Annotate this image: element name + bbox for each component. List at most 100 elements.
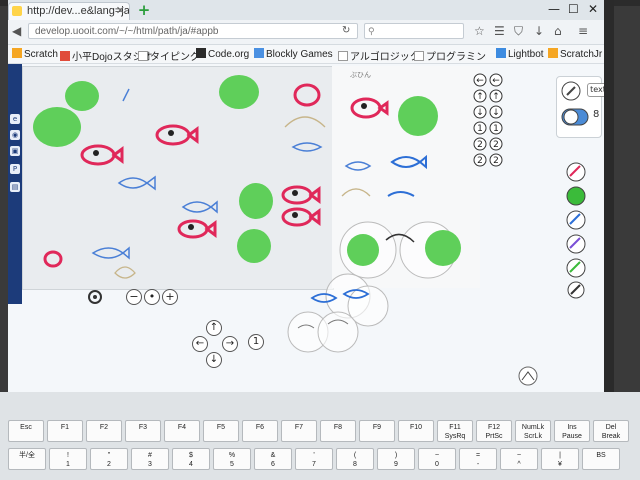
svg-text:2: 2 <box>477 140 483 150</box>
key-f12[interactable]: F12 PrtSc <box>476 420 512 442</box>
key-f10[interactable]: F10 <box>398 420 434 442</box>
tab-strip: http://dev...e&lang=ja ✕ + — ☐ ✕ <box>8 0 604 20</box>
bookmark-label: Scratch <box>24 49 58 60</box>
bookmark-label: ScratchJr <box>560 49 603 60</box>
direction-tile-palette: ← ← ↑ ↑ ↓ ↓ 1 1 2 2 2 2 <box>473 73 503 167</box>
gear-icon[interactable] <box>86 288 104 306</box>
sidebar-app-icon[interactable]: ▤ <box>10 182 20 192</box>
pen-size-toggle[interactable] <box>561 107 591 127</box>
key-row2[interactable]: $ 4 <box>172 448 210 470</box>
sidebar-app-icon[interactable]: ▣ <box>10 146 20 156</box>
key-f11[interactable]: F11 SysRq <box>437 420 473 442</box>
key-row2[interactable]: | ¥ <box>541 448 579 470</box>
new-tab-button[interactable]: + <box>136 2 152 18</box>
close-tab-icon[interactable]: ✕ <box>116 3 125 19</box>
bookmark-scratchjr[interactable]: ScratchJr <box>548 48 602 60</box>
url-bar[interactable]: develop.uooit.com/~/~/html/path/ja/#appb <box>28 23 358 39</box>
bookmark-codeorg[interactable]: Code.org <box>196 48 249 60</box>
svg-text:2: 2 <box>493 140 499 150</box>
key-del[interactable]: Del Break <box>593 420 629 442</box>
key-row2[interactable]: # 3 <box>131 448 169 470</box>
key-row2[interactable]: ( 8 <box>336 448 374 470</box>
maximize-icon[interactable]: ☐ <box>568 2 579 16</box>
shield-icon[interactable]: ⛉ <box>514 24 523 39</box>
key-f4[interactable]: F4 <box>164 420 200 442</box>
svg-text:2: 2 <box>477 156 483 166</box>
bookmark-typing[interactable]: タイピング <box>138 48 200 63</box>
tile-left-arrow-2: ← <box>489 73 503 87</box>
key-row2[interactable]: = - <box>459 448 497 470</box>
key-row2[interactable]: & 6 <box>254 448 292 470</box>
svg-text:2: 2 <box>493 156 499 166</box>
key-f6[interactable]: F6 <box>242 420 278 442</box>
bookmark-label: Blockly Games <box>266 49 333 60</box>
key-f9[interactable]: F9 <box>359 420 395 442</box>
bookmark-label: タイピング <box>150 52 200 63</box>
bookmark-icon <box>414 51 424 61</box>
svg-text:↓: ↓ <box>492 108 500 118</box>
svg-text:↑: ↑ <box>476 92 484 102</box>
os-sidebar: e ◉ ▣ P ▤ <box>8 64 22 304</box>
minimize-icon[interactable]: — <box>548 2 560 16</box>
sidebar-app-icon[interactable]: P <box>10 164 20 174</box>
bookmark-icon <box>338 51 348 61</box>
key-row2[interactable]: 半/全 <box>8 448 46 470</box>
text-tool-button[interactable]: text <box>587 83 604 97</box>
back-icon[interactable]: ◀ <box>12 24 21 38</box>
key-ins[interactable]: Ins Pause <box>554 420 590 442</box>
pencil-icon[interactable] <box>561 81 581 101</box>
move-up-button[interactable]: ↑ <box>206 320 222 336</box>
bookmark-icon <box>254 48 264 58</box>
bookmark-icon <box>138 51 148 61</box>
key-row2[interactable]: ! 1 <box>49 448 87 470</box>
svg-text:←: ← <box>476 76 484 86</box>
key-row2[interactable]: ' 7 <box>295 448 333 470</box>
key-row2[interactable]: BS <box>582 448 620 470</box>
key-row2[interactable]: ~ ^ <box>500 448 538 470</box>
bookmark-scratch[interactable]: Scratch <box>12 48 58 60</box>
browser-tab[interactable]: http://dev...e&lang=ja ✕ <box>8 2 130 20</box>
key-esc[interactable]: Esc <box>8 420 44 442</box>
key-f7[interactable]: F7 <box>281 420 317 442</box>
key-f5[interactable]: F5 <box>203 420 239 442</box>
svg-text:↑: ↑ <box>492 92 500 102</box>
key-f2[interactable]: F2 <box>86 420 122 442</box>
key-row2[interactable]: " 2 <box>90 448 128 470</box>
bookmark-programin[interactable]: プログラミン <box>414 48 486 63</box>
move-left-button[interactable]: ← <box>192 336 208 352</box>
reading-list-icon[interactable]: ☰ <box>494 24 505 38</box>
bookmark-algologic[interactable]: アルゴロジック <box>338 48 420 63</box>
move-down-button[interactable]: ↓ <box>206 352 222 368</box>
pen-size-value: 8 <box>593 109 600 120</box>
key-f3[interactable]: F3 <box>125 420 161 442</box>
bookmark-label: プログラミン <box>426 52 486 63</box>
reload-icon[interactable]: ↻ <box>342 25 350 36</box>
key-numlk[interactable]: NumLk ScrLk <box>515 420 551 442</box>
search-input[interactable]: ⚲ <box>364 23 464 39</box>
download-icon[interactable]: ↓ <box>534 24 544 38</box>
bookmark-blockly[interactable]: Blockly Games <box>254 48 333 60</box>
step-counter[interactable]: 1 <box>248 334 264 350</box>
bookmark-label: アルゴロジック <box>350 52 420 63</box>
key-row2[interactable]: % 5 <box>213 448 251 470</box>
laptop-keyboard: Esc F1 F2 F3 F4 F5 F6 F7 F8 F9 F10 F11 SysRq F12 Prt… <box>0 392 640 480</box>
zoom-reset-button[interactable]: • <box>144 289 160 305</box>
stage-controls: − • + <box>22 288 342 306</box>
favicon-icon <box>12 6 22 16</box>
key-f8[interactable]: F8 <box>320 420 356 442</box>
menu-icon[interactable]: ≡ <box>578 24 588 38</box>
close-window-icon[interactable]: ✕ <box>588 2 598 16</box>
sidebar-app-icon[interactable]: e <box>10 114 20 124</box>
cat-mascot-icon[interactable] <box>516 366 540 386</box>
key-row2[interactable]: ) 9 <box>377 448 415 470</box>
bookmark-lightbot[interactable]: Lightbot <box>496 48 544 60</box>
zoom-in-button[interactable]: + <box>162 289 178 305</box>
star-icon[interactable]: ☆ <box>474 24 485 38</box>
key-row2[interactable]: ~ 0 <box>418 448 456 470</box>
key-f1[interactable]: F1 <box>47 420 83 442</box>
move-right-button[interactable]: → <box>222 336 238 352</box>
svg-text:↓: ↓ <box>476 108 484 118</box>
home-icon[interactable]: ⌂ <box>554 24 562 38</box>
zoom-out-button[interactable]: − <box>126 289 142 305</box>
sidebar-app-icon[interactable]: ◉ <box>10 130 20 140</box>
